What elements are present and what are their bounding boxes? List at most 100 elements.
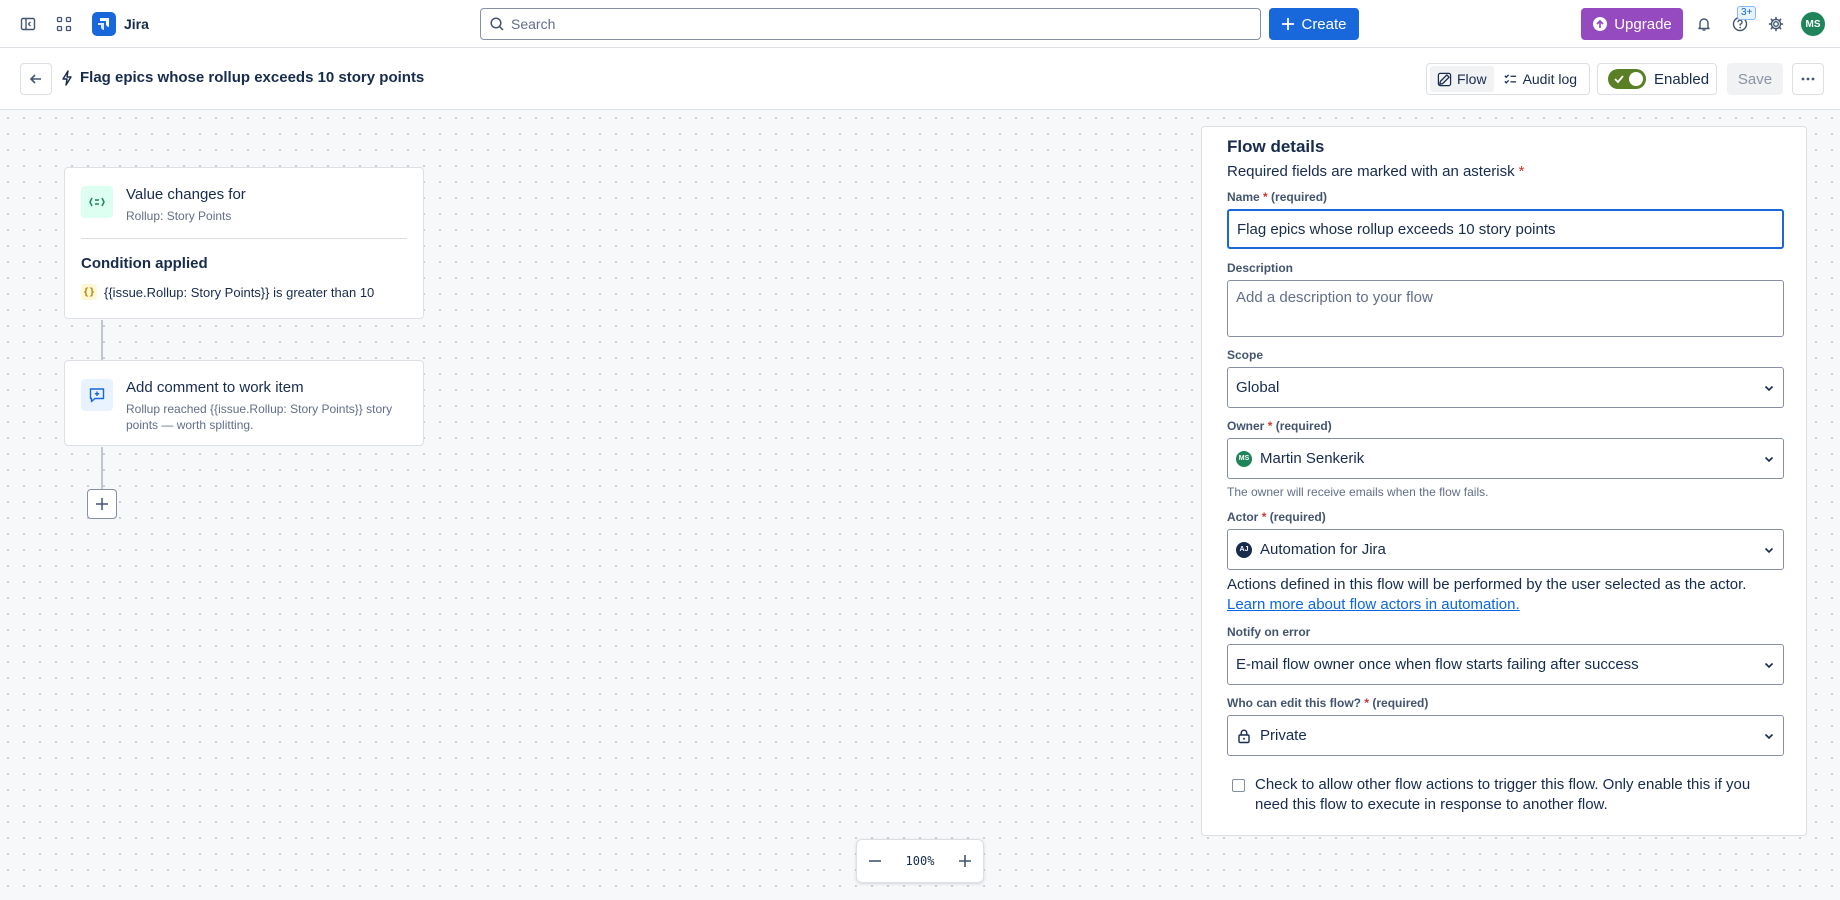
edit-permission-value: Private (1260, 727, 1307, 744)
connector-line (101, 447, 103, 489)
trigger-subtitle: Rollup: Story Points (126, 209, 232, 223)
edit-pencil-icon (1437, 72, 1452, 87)
actor-label: Actor * (required) (1227, 510, 1326, 524)
name-input[interactable] (1237, 220, 1774, 238)
chevron-down-icon (1763, 659, 1775, 671)
search-input[interactable] (511, 16, 1260, 32)
flow-title: Flag epics whose rollup exceeds 10 story… (60, 69, 424, 86)
add-step-button[interactable] (87, 489, 117, 519)
actor-avatar: AJ (1236, 541, 1252, 558)
chevron-down-icon (1763, 382, 1775, 394)
description-textarea[interactable] (1236, 281, 1775, 336)
owner-select[interactable]: MS Martin Senkerik (1227, 438, 1784, 479)
scope-label: Scope (1227, 348, 1264, 362)
notifications-bell-icon[interactable] (1688, 8, 1720, 40)
owner-label: Owner * (required) (1227, 419, 1332, 433)
enabled-label: Enabled (1654, 70, 1710, 88)
notify-select[interactable]: E-mail flow owner once when flow starts … (1227, 644, 1784, 685)
panel-title: Flow details (1227, 137, 1325, 156)
check-icon (1613, 73, 1625, 85)
connector-line (101, 320, 103, 360)
flow-details-panel: Flow details Required fields are marked … (1201, 126, 1807, 836)
search-icon (489, 16, 505, 32)
scope-select[interactable]: Global (1227, 367, 1784, 408)
trigger-title: Value changes for (126, 186, 246, 203)
comment-action-icon (81, 379, 113, 411)
checklist-icon (1503, 72, 1518, 87)
notify-label: Notify on error (1227, 625, 1311, 639)
save-button[interactable]: Save (1727, 63, 1783, 95)
plus-icon (1281, 17, 1295, 31)
allow-trigger-row: Check to allow other flow actions to tri… (1232, 775, 1772, 815)
arrow-left-icon (28, 71, 44, 87)
trigger-node[interactable]: Value changes for Rollup: Story Points C… (64, 167, 424, 319)
owner-selected: MS Martin Senkerik (1236, 450, 1763, 467)
node-divider (81, 238, 407, 239)
zoom-out-minus-icon[interactable] (867, 853, 883, 869)
jira-logo[interactable]: Jira (92, 12, 149, 36)
allow-trigger-text: Check to allow other flow actions to tri… (1255, 776, 1751, 813)
tab-audit-log[interactable]: Audit log (1496, 66, 1584, 92)
action-subtitle: Rollup reached {{issue.Rollup: Story Poi… (126, 402, 393, 432)
required-text: (required) (1269, 510, 1326, 524)
owner-value: Martin Senkerik (1260, 450, 1365, 467)
required-note: Required fields are marked with an aster… (1227, 163, 1525, 180)
create-label: Create (1301, 15, 1347, 33)
action-title: Add comment to work item (126, 379, 304, 396)
name-label: Name * (required) (1227, 190, 1328, 204)
settings-gear-icon[interactable] (1760, 8, 1792, 40)
edit-permission-select[interactable]: Private (1227, 715, 1784, 756)
jira-logo-icon (92, 12, 116, 36)
edit-label-text: Who can edit this flow? (1227, 696, 1361, 710)
smart-value-braces-icon: {} (81, 284, 97, 300)
search-box[interactable] (480, 8, 1261, 40)
more-actions-button[interactable] (1792, 63, 1824, 95)
edit-permission-selected: Private (1236, 727, 1763, 744)
sidebar-toggle-icon[interactable] (12, 8, 44, 40)
flow-header: Flag epics whose rollup exceeds 10 story… (0, 49, 1840, 110)
notify-value: E-mail flow owner once when flow starts … (1236, 656, 1639, 673)
zoom-in-plus-icon[interactable] (957, 853, 973, 869)
allow-trigger-checkbox[interactable] (1232, 779, 1245, 792)
app-switcher-icon[interactable] (48, 8, 80, 40)
top-navigation: Jira Create Upgrade 3+ MS (0, 0, 1840, 48)
plus-icon (95, 497, 109, 511)
enabled-toggle[interactable] (1608, 69, 1646, 89)
upgrade-label: Upgrade (1614, 15, 1672, 33)
help-badge: 3+ (1737, 6, 1757, 20)
tab-audit-log-label: Audit log (1522, 71, 1578, 87)
required-text: (required) (1372, 696, 1429, 710)
back-button[interactable] (20, 63, 52, 95)
upgrade-arrow-icon (1592, 16, 1608, 32)
upgrade-button[interactable]: Upgrade (1581, 8, 1683, 40)
description-field[interactable] (1227, 280, 1784, 337)
value-change-trigger-icon (81, 186, 113, 218)
actor-value: Automation for Jira (1260, 541, 1386, 558)
lock-icon (1236, 728, 1252, 744)
actor-label-text: Actor (1227, 510, 1259, 524)
zoom-level: 100% (905, 854, 935, 868)
required-note-text: Required fields are marked with an aster… (1227, 163, 1515, 180)
required-text: (required) (1275, 419, 1332, 433)
tab-flow[interactable]: Flow (1430, 66, 1494, 92)
lightning-bolt-icon (60, 69, 74, 86)
zoom-control: 100% (856, 839, 984, 883)
actor-learn-more-link[interactable]: Learn more about flow actors in automati… (1227, 596, 1520, 613)
owner-label-text: Owner (1227, 419, 1265, 433)
actor-help-text: Actions defined in this flow will be per… (1227, 576, 1747, 593)
owner-avatar: MS (1236, 450, 1252, 467)
scope-value: Global (1236, 379, 1280, 396)
more-horizontal-icon (1800, 71, 1816, 87)
condition-text: {{issue.Rollup: Story Points}} is greate… (104, 284, 375, 300)
name-field[interactable] (1227, 209, 1784, 249)
actor-select[interactable]: AJ Automation for Jira (1227, 529, 1784, 570)
user-avatar[interactable]: MS (1801, 12, 1825, 36)
description-label: Description (1227, 261, 1294, 275)
chevron-down-icon (1763, 544, 1775, 556)
chevron-down-icon (1763, 730, 1775, 742)
create-button[interactable]: Create (1269, 8, 1359, 40)
enabled-toggle-box[interactable]: Enabled (1597, 63, 1717, 95)
action-node[interactable]: Add comment to work item Rollup reached … (64, 360, 424, 446)
flow-canvas[interactable]: Value changes for Rollup: Story Points C… (0, 110, 1840, 900)
required-text: (required) (1271, 190, 1328, 204)
